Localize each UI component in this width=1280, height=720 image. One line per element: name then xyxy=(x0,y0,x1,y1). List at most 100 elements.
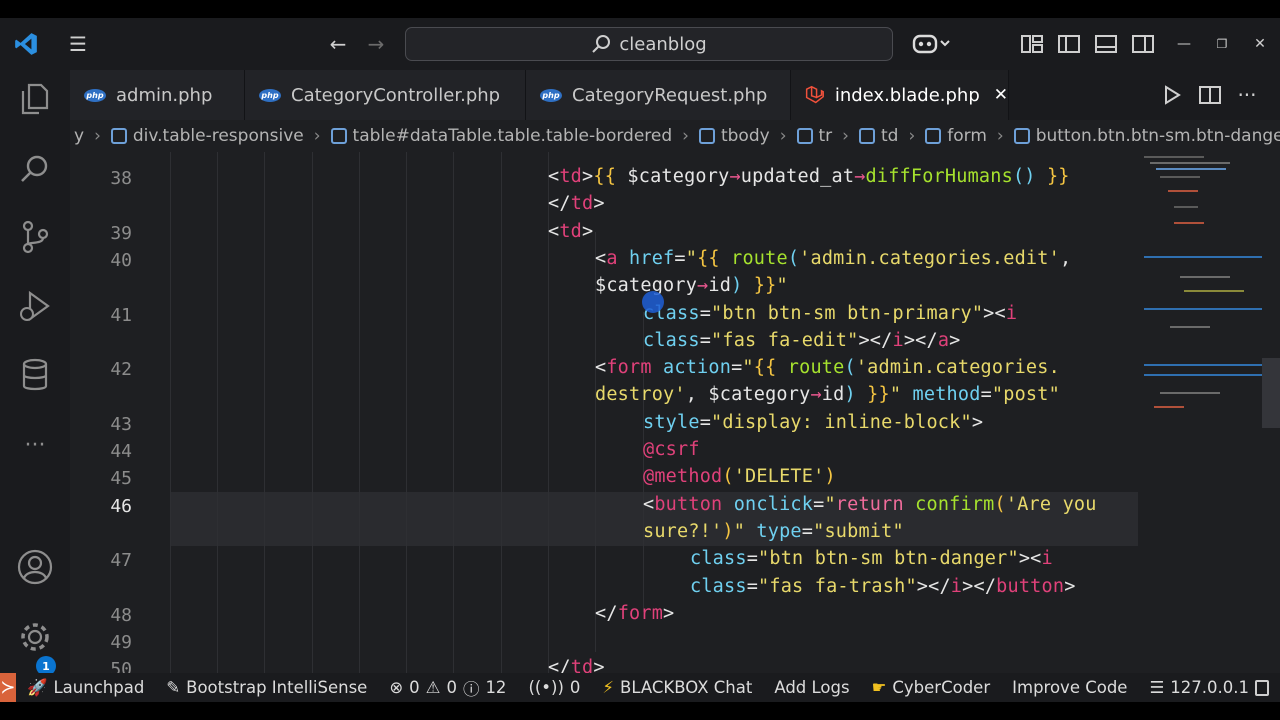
copilot-icon[interactable] xyxy=(910,30,954,58)
line-number: 40 xyxy=(110,250,132,271)
breadcrumb-item[interactable]: table#dataTable.table.table-bordered xyxy=(327,126,677,146)
bootstrap-icon: ✎ xyxy=(166,678,181,697)
element-icon xyxy=(698,128,715,144)
menu-icon[interactable]: ☰ xyxy=(64,30,92,58)
code-line: @method('DELETE') xyxy=(643,466,836,487)
breadcrumb-item[interactable]: tbody xyxy=(695,126,774,146)
element-icon xyxy=(796,128,813,144)
bootstrap-item[interactable]: ✎ Bootstrap IntelliSense xyxy=(155,678,378,697)
indent-guide xyxy=(359,152,360,673)
tab-label: index.blade.php xyxy=(834,84,980,106)
php-file-icon: php xyxy=(84,88,106,102)
breadcrumb-item[interactable]: y xyxy=(70,126,88,146)
blackbox-item[interactable]: ⚡ BLACKBOX Chat xyxy=(591,678,763,697)
breadcrumb: y › div.table-responsive › table#dataTab… xyxy=(70,120,1280,152)
breadcrumb-item[interactable]: button.btn.btn-sm.btn-danger xyxy=(1010,126,1280,146)
title-bar: ☰ ← → cleanblog — ❐ ✕ xyxy=(0,18,1280,70)
tab-label: CategoryController.php xyxy=(291,84,501,106)
tab-label: CategoryRequest.php xyxy=(572,84,768,106)
php-file-icon: php xyxy=(259,88,281,102)
toggle-primary-sidebar-icon[interactable] xyxy=(1055,30,1083,58)
explorer-icon[interactable] xyxy=(14,78,56,120)
line-number: 39 xyxy=(110,223,132,244)
code-line: </td> xyxy=(548,657,605,673)
tab-index-blade[interactable]: index.blade.php ✕ xyxy=(791,70,1009,120)
breadcrumb-item[interactable]: tr xyxy=(793,126,837,146)
minimize-icon[interactable]: — xyxy=(1170,30,1198,58)
search-sidebar-icon[interactable] xyxy=(14,148,56,190)
run-debug-icon[interactable] xyxy=(14,286,56,328)
vertical-scrollbar-thumb[interactable] xyxy=(1262,358,1280,428)
code-editor[interactable]: 38 39 40 41 42 43 44 45 46 47 48 49 50 <… xyxy=(70,152,1280,673)
breadcrumb-item[interactable]: form xyxy=(921,126,991,146)
settings-gear-icon[interactable] xyxy=(14,616,56,658)
vscode-window: ☰ ← → cleanblog — ❐ ✕ ··· 1 php admin.ph… xyxy=(0,18,1280,702)
forward-arrow-icon[interactable]: → xyxy=(362,30,390,58)
line-number: 47 xyxy=(110,550,132,571)
indent-guide xyxy=(170,152,171,673)
tab-category-controller[interactable]: php CategoryController.php xyxy=(245,70,526,120)
split-editor-icon[interactable] xyxy=(1196,81,1224,109)
accounts-icon[interactable] xyxy=(14,546,56,588)
code-line: $category→id) }}" xyxy=(595,275,788,296)
chevron-right-icon: › xyxy=(996,126,1004,146)
code-line: <form action="{{ route('admin.categories… xyxy=(595,357,1060,378)
tab-admin-php[interactable]: php admin.php xyxy=(70,70,245,120)
more-icon[interactable]: ··· xyxy=(14,424,56,466)
run-icon[interactable] xyxy=(1158,81,1186,109)
element-icon xyxy=(1013,128,1030,144)
code-line-current: sure?!')" type="submit" xyxy=(643,521,904,542)
tab-category-request[interactable]: php CategoryRequest.php xyxy=(526,70,791,120)
indent-guide xyxy=(264,152,265,673)
improve-code-item[interactable]: Improve Code xyxy=(1001,678,1138,697)
server-icon: ☰ xyxy=(1149,678,1165,697)
tab-close-icon[interactable]: ✕ xyxy=(994,85,1008,105)
search-text: cleanblog xyxy=(619,33,707,55)
indent-guide xyxy=(501,152,502,673)
toggle-panel-icon[interactable] xyxy=(1092,30,1120,58)
database-icon[interactable] xyxy=(14,354,56,396)
code-line: style="display: inline-block"> xyxy=(643,412,984,433)
command-center-search[interactable]: cleanblog xyxy=(405,27,893,61)
code-line: class="btn btn-sm btn-danger"><i xyxy=(690,548,1053,569)
breadcrumb-item[interactable]: div.table-responsive xyxy=(107,126,308,146)
code-line-current: <button onclick="return confirm('Are you xyxy=(643,494,1097,515)
editor-tabs: php admin.php php CategoryController.php… xyxy=(70,70,1280,120)
chevron-right-icon: › xyxy=(313,126,321,146)
code-line: <td> xyxy=(548,221,594,242)
element-icon xyxy=(858,128,875,144)
line-number: 48 xyxy=(110,605,132,626)
element-icon xyxy=(330,128,347,144)
minimap[interactable] xyxy=(1140,152,1265,412)
restore-icon[interactable]: ❐ xyxy=(1208,30,1236,58)
problems-item[interactable]: ⊗ 0 ⚠ 0 ⓘ 12 xyxy=(378,676,517,700)
code-line: @csrf xyxy=(643,439,700,460)
status-bar: ≻ 🚀 Launchpad ✎ Bootstrap IntelliSense ⊗ 0 … xyxy=(0,673,1280,702)
close-window-icon[interactable]: ✕ xyxy=(1246,30,1274,58)
server-item[interactable]: ☰ 127.0.0.1 xyxy=(1138,678,1280,697)
cybercoder-item[interactable]: ☛ CyberCoder xyxy=(861,678,1002,697)
line-number: 38 xyxy=(110,168,132,189)
chevron-right-icon: › xyxy=(94,126,101,146)
line-number: 45 xyxy=(110,468,132,489)
more-actions-icon[interactable]: ··· xyxy=(1233,81,1261,109)
customize-layout-icon[interactable] xyxy=(1018,30,1046,58)
remote-indicator-icon[interactable]: ≻ xyxy=(0,673,16,702)
add-logs-item[interactable]: Add Logs xyxy=(763,678,860,697)
chevron-right-icon: › xyxy=(682,126,689,146)
launchpad-item[interactable]: 🚀 Launchpad xyxy=(16,678,155,698)
code-line: class="fas fa-trash"></i></button> xyxy=(690,576,1076,597)
indent-guide xyxy=(312,152,313,673)
server-checkbox-icon xyxy=(1255,679,1269,696)
line-number: 43 xyxy=(110,414,132,435)
ports-item[interactable]: ((•)) 0 xyxy=(517,678,591,697)
breadcrumb-item[interactable]: td xyxy=(855,126,902,146)
back-arrow-icon[interactable]: ← xyxy=(324,30,352,58)
code-line: <a href="{{ route('admin.categories.edit… xyxy=(595,248,1072,269)
code-line: </td> xyxy=(548,193,605,214)
line-number: 44 xyxy=(110,441,132,462)
laravel-icon xyxy=(805,85,824,104)
line-number: 50 xyxy=(110,659,132,673)
source-control-icon[interactable] xyxy=(14,216,56,258)
toggle-secondary-sidebar-icon[interactable] xyxy=(1129,30,1157,58)
